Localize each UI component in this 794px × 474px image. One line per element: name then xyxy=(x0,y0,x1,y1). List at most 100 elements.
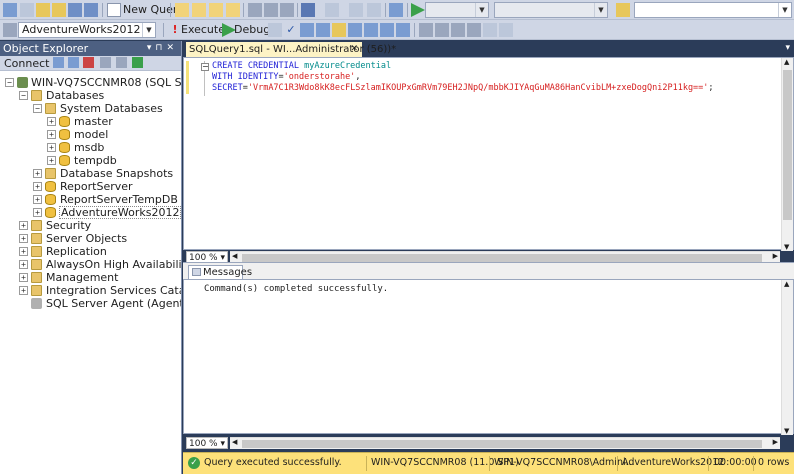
expand-icon[interactable]: + xyxy=(33,169,42,178)
new-query-icon[interactable] xyxy=(107,3,121,17)
integration-services-label: Integration Services Catalogs xyxy=(46,284,181,297)
results-zoom-combo[interactable]: 100 % ▾ xyxy=(186,437,228,449)
navigate-back-icon[interactable] xyxy=(349,3,363,17)
cut-icon[interactable] xyxy=(248,3,262,17)
open-file-icon[interactable] xyxy=(36,3,50,17)
close-icon[interactable]: ✕ xyxy=(166,43,178,53)
increase-indent-icon[interactable] xyxy=(467,23,481,37)
specify-values-icon[interactable] xyxy=(483,23,497,37)
expand-icon[interactable]: + xyxy=(19,221,28,230)
results-to-file-icon[interactable] xyxy=(396,23,410,37)
find-combo[interactable]: ▼ xyxy=(634,2,792,18)
save-all-icon[interactable] xyxy=(84,3,98,17)
stop-icon[interactable] xyxy=(268,23,282,37)
overflow-icon[interactable] xyxy=(499,23,513,37)
collapse-icon[interactable]: − xyxy=(5,78,14,87)
scroll-down-icon[interactable]: ▼ xyxy=(784,243,789,251)
redo-icon[interactable] xyxy=(325,3,339,17)
expand-icon[interactable]: + xyxy=(47,130,56,139)
parse-icon[interactable]: ✓ xyxy=(284,23,298,37)
solution-explorer-icon[interactable] xyxy=(389,3,403,17)
folder-icon xyxy=(31,272,42,283)
close-tab-icon[interactable]: ✕ xyxy=(350,42,358,57)
dmx-query-icon[interactable] xyxy=(209,3,223,17)
debug-button[interactable]: Debug xyxy=(234,23,270,36)
expand-icon[interactable]: + xyxy=(19,286,28,295)
results-to-grid-icon[interactable] xyxy=(380,23,394,37)
results-tab-strip: Messages xyxy=(183,262,794,280)
scroll-up-icon[interactable]: ▲ xyxy=(784,280,789,288)
filter-icon[interactable] xyxy=(100,57,111,68)
results-to-text-icon[interactable] xyxy=(364,23,378,37)
expand-icon[interactable]: + xyxy=(19,234,28,243)
refresh-icon[interactable] xyxy=(132,57,143,68)
start-icon[interactable] xyxy=(411,3,425,17)
estimated-plan-icon[interactable] xyxy=(300,23,314,37)
query-editor[interactable]: − CREATE CREDENTIAL myAzureCredential WI… xyxy=(183,57,794,251)
tab-title: SQLQuery1.sql - WI...Administrator (56))… xyxy=(189,44,397,55)
scroll-down-icon[interactable]: ▼ xyxy=(784,427,789,435)
expand-icon[interactable]: + xyxy=(19,260,28,269)
tab-sqlquery1[interactable]: SQLQuery1.sql - WI...Administrator (56))… xyxy=(186,42,396,57)
results-horizontal-scrollbar[interactable]: ◀ ▶ xyxy=(230,437,780,449)
expand-icon[interactable]: + xyxy=(19,247,28,256)
database-selector[interactable]: AdventureWorks2012 ▼ xyxy=(18,22,156,38)
uncomment-icon[interactable] xyxy=(435,23,449,37)
outline-collapse-icon[interactable]: − xyxy=(201,63,209,71)
disconnect-icon[interactable] xyxy=(68,57,79,68)
comment-icon[interactable] xyxy=(419,23,433,37)
editor-vertical-scrollbar[interactable]: ▲ ▼ xyxy=(781,58,793,251)
analysis-query-icon[interactable] xyxy=(175,3,189,17)
undo-icon[interactable] xyxy=(301,3,315,17)
scroll-left-icon[interactable]: ◀ xyxy=(232,438,237,446)
paste-icon[interactable] xyxy=(280,3,294,17)
navigate-forward-icon[interactable] xyxy=(367,3,381,17)
connect-server-icon[interactable] xyxy=(53,57,64,68)
solution-platform-combo[interactable]: ▼ xyxy=(494,2,608,18)
connect-icon[interactable] xyxy=(3,23,17,37)
scroll-right-icon[interactable]: ▶ xyxy=(773,252,778,260)
mdx-query-icon[interactable] xyxy=(192,3,206,17)
collapse-icon[interactable]: − xyxy=(33,104,42,113)
auto-hide-icon[interactable]: ⊓ xyxy=(155,43,166,53)
connect-button[interactable]: Connect ▾ xyxy=(4,57,59,70)
solution-config-combo[interactable]: ▼ xyxy=(425,2,489,18)
execute-button[interactable]: Execute xyxy=(181,23,225,36)
expand-icon[interactable]: + xyxy=(47,117,56,126)
messages-icon xyxy=(192,268,201,276)
open-folder-icon[interactable] xyxy=(52,3,66,17)
decrease-indent-icon[interactable] xyxy=(451,23,465,37)
find-in-files-icon[interactable] xyxy=(616,3,630,17)
include-plan-icon[interactable] xyxy=(332,23,346,37)
database-selector-value: AdventureWorks2012 xyxy=(22,23,141,36)
scroll-thumb[interactable] xyxy=(242,440,762,448)
tab-overflow-icon[interactable]: ▾ xyxy=(785,43,790,53)
expand-icon[interactable]: + xyxy=(47,156,56,165)
expand-icon[interactable]: + xyxy=(33,208,42,217)
new-project-icon[interactable] xyxy=(3,3,17,17)
expand-icon[interactable]: + xyxy=(33,195,42,204)
dropdown-icon[interactable] xyxy=(20,3,34,17)
results-vertical-scrollbar[interactable]: ▲ ▼ xyxy=(781,280,793,435)
object-explorer-title: Object Explorer xyxy=(3,42,89,55)
scroll-right-icon[interactable]: ▶ xyxy=(773,438,778,446)
query-designer-icon[interactable] xyxy=(316,23,330,37)
expand-icon[interactable]: + xyxy=(19,273,28,282)
model-label: model xyxy=(74,128,109,141)
scroll-thumb[interactable] xyxy=(783,70,792,220)
expand-icon[interactable]: + xyxy=(47,143,56,152)
stop-icon[interactable] xyxy=(83,57,94,68)
expand-icon[interactable]: + xyxy=(33,182,42,191)
copy-icon[interactable] xyxy=(264,3,278,17)
save-icon[interactable] xyxy=(68,3,82,17)
scroll-left-icon[interactable]: ◀ xyxy=(232,252,237,260)
code-string: 'VrmA7C1R3Wdo8kK8ecFLSzlamIKOUPxGmRVm79E… xyxy=(247,83,709,93)
scroll-thumb[interactable] xyxy=(242,254,762,262)
collapse-icon[interactable]: − xyxy=(19,91,28,100)
xmla-query-icon[interactable] xyxy=(226,3,240,17)
tab-messages[interactable]: Messages xyxy=(188,265,252,280)
client-stats-icon[interactable] xyxy=(348,23,362,37)
execute-icon[interactable]: ! xyxy=(168,23,182,37)
filter-settings-icon[interactable] xyxy=(116,57,127,68)
scroll-up-icon[interactable]: ▲ xyxy=(784,58,789,66)
